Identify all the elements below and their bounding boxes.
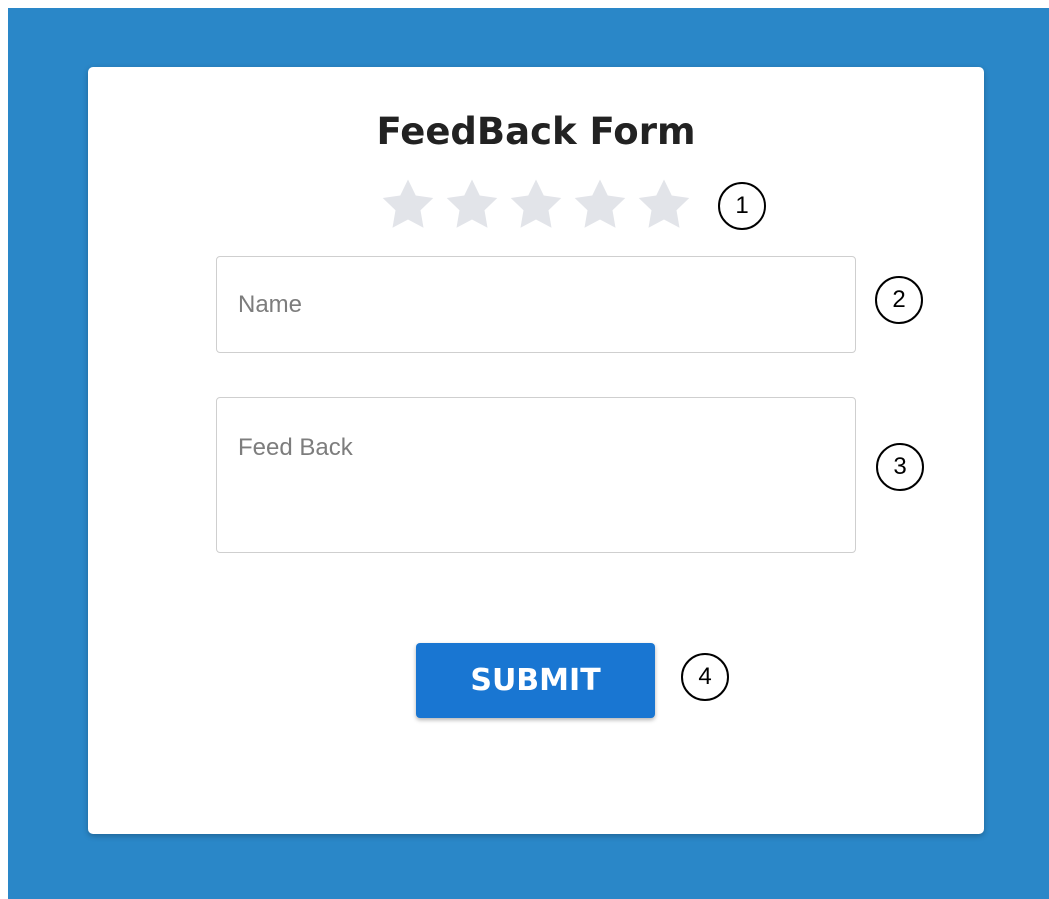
submit-button[interactable]: SUBMIT [416, 643, 655, 718]
annotation-marker-1: 1 [718, 182, 766, 230]
name-input[interactable] [216, 256, 856, 353]
page-title: FeedBack Form [376, 110, 696, 153]
star-1-icon[interactable] [378, 175, 438, 235]
star-3-icon[interactable] [506, 175, 566, 235]
star-2-icon[interactable] [442, 175, 502, 235]
star-rating[interactable] [378, 175, 694, 235]
annotation-marker-3: 3 [876, 443, 924, 491]
star-4-icon[interactable] [570, 175, 630, 235]
star-5-icon[interactable] [634, 175, 694, 235]
feedback-textarea[interactable] [216, 397, 856, 553]
annotation-marker-2: 2 [875, 276, 923, 324]
annotation-marker-4: 4 [681, 653, 729, 701]
